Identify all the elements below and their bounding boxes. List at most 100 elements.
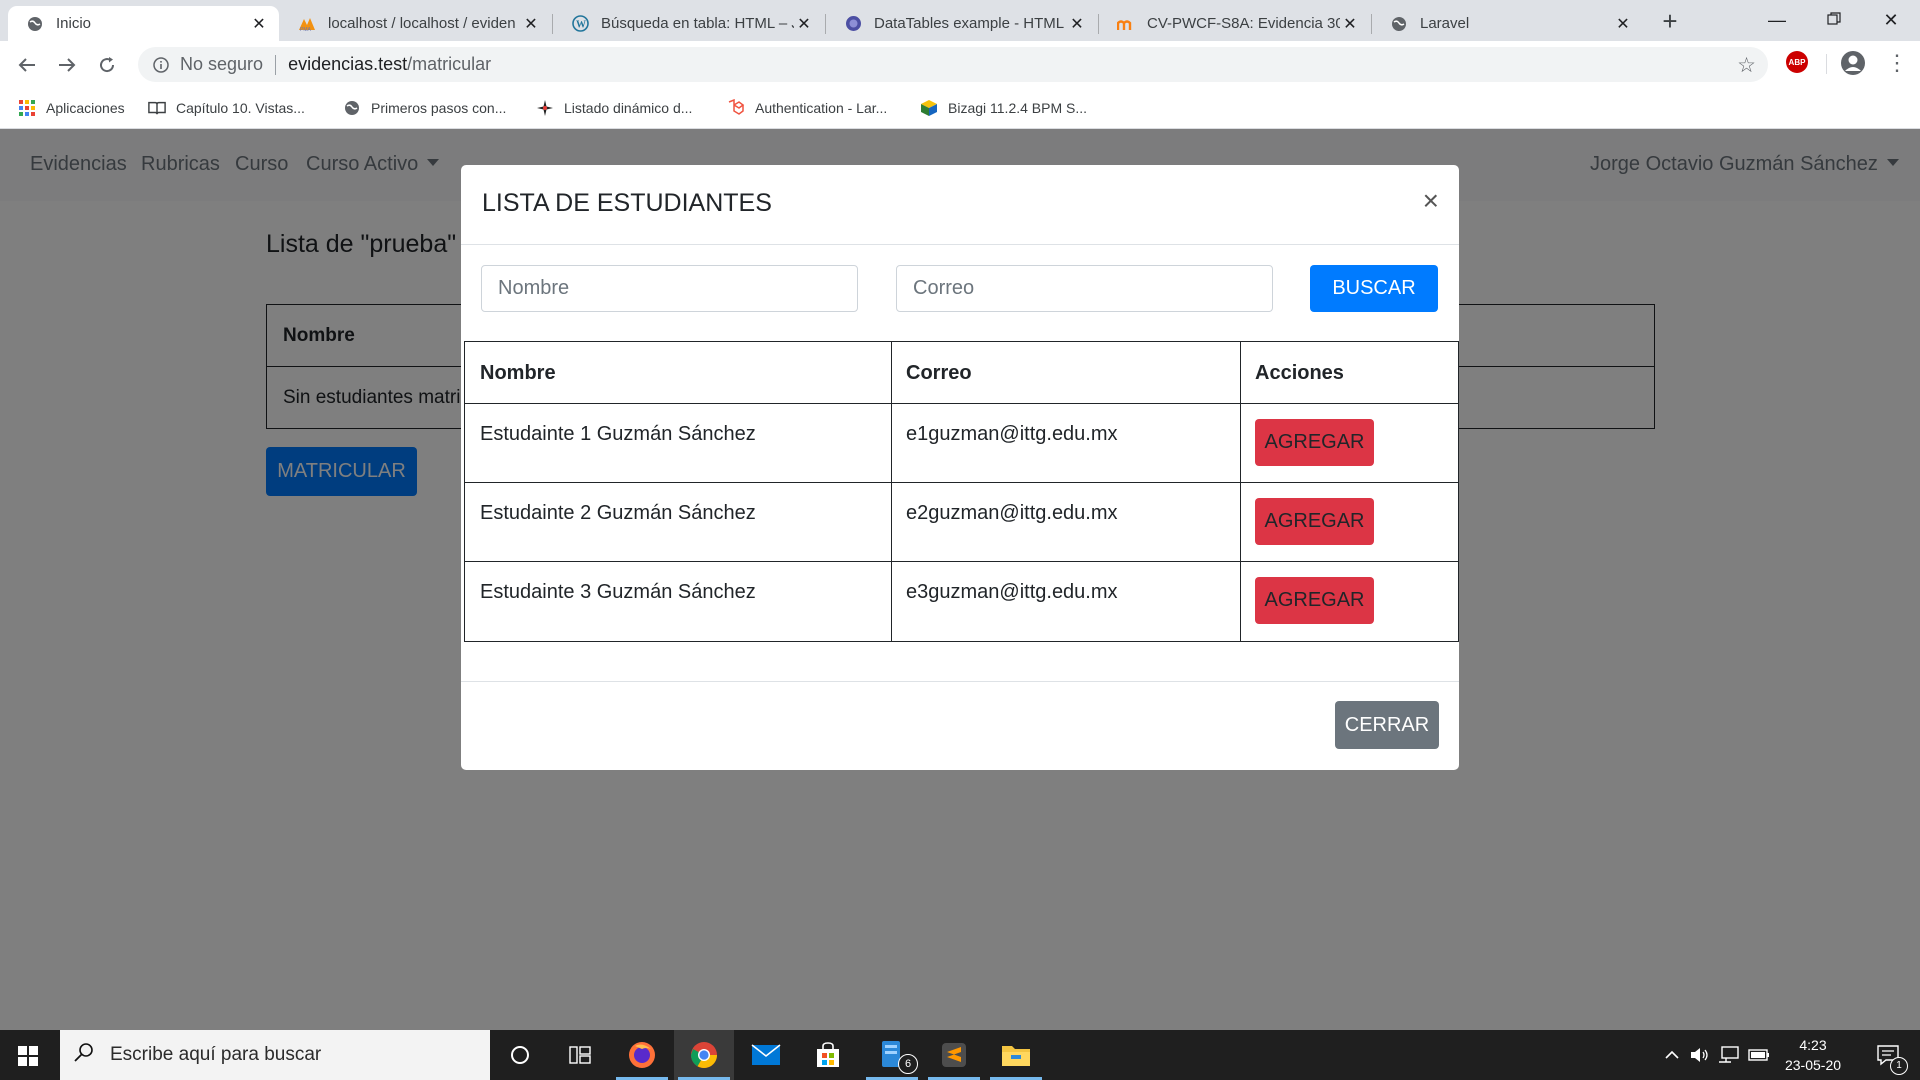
cortana-icon[interactable] [490, 1030, 550, 1080]
bookmark-bizagi[interactable]: Bizagi 11.2.4 BPM S... [920, 98, 1087, 118]
correo-search-input[interactable] [896, 265, 1273, 312]
tab-inicio[interactable]: Inicio ✕ [8, 6, 279, 41]
globe-icon [1390, 15, 1408, 33]
close-window-button[interactable]: ✕ [1862, 0, 1920, 41]
address-bar[interactable]: No seguro evidencias.test/matricular ☆ [138, 47, 1768, 82]
bizagi-icon [920, 99, 938, 117]
student-email: e2guzman@ittg.edu.mx [906, 502, 1118, 524]
apps-grid-icon [18, 99, 36, 117]
clock-date: 23-05-20 [1784, 1057, 1842, 1073]
profile-avatar-icon[interactable] [1840, 50, 1866, 76]
bookmark-label: Aplicaciones [46, 100, 125, 116]
bookmark-label: Authentication - Lar... [755, 100, 888, 116]
student-email: e3guzman@ittg.edu.mx [906, 581, 1118, 603]
agregar-button[interactable]: AGREGAR [1255, 577, 1374, 624]
tab-close-icon[interactable]: ✕ [1067, 14, 1087, 34]
phpmyadmin-icon: PMA [298, 15, 316, 33]
bookmark-capitulo-10[interactable]: Capítulo 10. Vistas... [148, 98, 305, 118]
store-icon[interactable] [798, 1030, 858, 1080]
book-icon [148, 99, 166, 117]
back-button[interactable] [12, 50, 42, 80]
menu-kebab-icon[interactable]: ⋮ [1886, 48, 1908, 78]
nombre-search-input[interactable] [481, 265, 858, 312]
globe-icon [343, 99, 361, 117]
students-modal: LISTA DE ESTUDIANTES × BUSCAR Nombre Cor… [461, 165, 1459, 770]
agregar-button[interactable]: AGREGAR [1255, 419, 1374, 466]
taskbar-clock[interactable]: 4:23 23-05-20 [1778, 1035, 1848, 1075]
tab-close-icon[interactable]: ✕ [521, 14, 541, 34]
datatables-icon [844, 15, 862, 33]
tab-laravel[interactable]: Laravel ✕ [1372, 6, 1643, 41]
search-icon [74, 1042, 94, 1068]
folder-icon[interactable] [986, 1030, 1046, 1080]
student-name: Estudainte 3 Guzmán Sánchez [480, 581, 756, 603]
adblock-extension-icon[interactable]: ABP [1786, 51, 1808, 73]
modal-title: LISTA DE ESTUDIANTES [482, 189, 772, 217]
bookmark-aplicaciones[interactable]: Aplicaciones [18, 98, 125, 118]
close-icon[interactable]: × [1423, 187, 1439, 215]
tab-close-icon[interactable]: ✕ [794, 14, 814, 34]
restore-button[interactable] [1805, 0, 1863, 41]
minimize-button[interactable]: — [1748, 0, 1806, 41]
firefox-icon[interactable] [612, 1030, 672, 1080]
taskbar-search-box[interactable]: Escribe aquí para buscar [60, 1030, 490, 1080]
modal-footer-divider [461, 681, 1459, 682]
toolbar-separator [1826, 54, 1827, 74]
page-viewport: Evidencias Rubricas Curso Curso Activo J… [0, 129, 1920, 1030]
info-icon[interactable] [152, 56, 170, 74]
bookmark-label: Primeros pasos con... [371, 100, 507, 116]
bookmark-primeros-pasos[interactable]: Primeros pasos con... [343, 98, 506, 118]
battery-icon[interactable] [1746, 1030, 1772, 1080]
bookmark-label: Bizagi 11.2.4 BPM S... [948, 100, 1088, 116]
security-label: No seguro [180, 54, 264, 74]
cerrar-button[interactable]: CERRAR [1335, 701, 1439, 749]
clock-time: 4:23 [1799, 1037, 1827, 1053]
windows-taskbar: Escribe aquí para buscar 6 4:23 23-05-20… [0, 1030, 1920, 1080]
column-header-nombre: Nombre [480, 362, 556, 384]
table-row: Estudainte 3 Guzmán Sánchez e3guzman@itt… [465, 562, 1458, 641]
forward-arrow-icon [59, 58, 76, 72]
forward-button[interactable] [52, 50, 82, 80]
column-header-correo: Correo [906, 362, 972, 384]
action-center-icon[interactable]: 1 [1866, 1030, 1910, 1080]
show-hidden-icons-chevron-icon[interactable] [1660, 1030, 1684, 1080]
new-tab-button[interactable]: + [1656, 8, 1684, 36]
browser-tab-strip: Inicio ✕ PMA localhost / localhost / evi… [0, 0, 1920, 41]
tab-datatables[interactable]: DataTables example - HTML ✕ [826, 6, 1097, 41]
back-arrow-icon [18, 58, 35, 72]
student-name: Estudainte 2 Guzmán Sánchez [480, 502, 756, 524]
network-icon[interactable] [1716, 1030, 1742, 1080]
tab-close-icon[interactable]: ✕ [1613, 14, 1633, 34]
bookmark-authentication[interactable]: Authentication - Lar... [727, 98, 887, 118]
bookmark-star-icon[interactable]: ☆ [1737, 53, 1756, 78]
modal-header: LISTA DE ESTUDIANTES × [461, 165, 1459, 245]
column-divider [891, 342, 892, 641]
tab-title: Búsqueda en tabla: HTML – J [601, 15, 794, 32]
tab-close-icon[interactable]: ✕ [1340, 14, 1360, 34]
svg-text:PMA: PMA [300, 27, 312, 32]
agregar-button[interactable]: AGREGAR [1255, 498, 1374, 545]
mail-icon[interactable] [736, 1030, 796, 1080]
search-placeholder: Escribe aquí para buscar [110, 1044, 322, 1065]
table-header-row: Nombre Correo Acciones [465, 342, 1458, 404]
bookmarks-bar: Aplicaciones Capítulo 10. Vistas... Prim… [0, 88, 1920, 129]
tab-close-icon[interactable]: ✕ [249, 14, 269, 34]
tab-phpmyadmin[interactable]: PMA localhost / localhost / eviden ✕ [280, 6, 551, 41]
bookmark-listado-dinamico[interactable]: Listado dinámico d... [536, 98, 692, 118]
wordpress-icon: W [571, 15, 589, 33]
windows-start-icon[interactable] [18, 1046, 38, 1066]
browser-toolbar: No seguro evidencias.test/matricular ☆ A… [0, 41, 1920, 88]
sublime-text-icon[interactable] [924, 1030, 984, 1080]
tab-moodle[interactable]: CV-PWCF-S8A: Evidencia 305 ✕ [1099, 6, 1370, 41]
task-view-icon[interactable] [550, 1030, 610, 1080]
volume-icon[interactable] [1688, 1030, 1712, 1080]
file-manager-icon[interactable]: 6 [862, 1030, 922, 1080]
star-burst-icon [536, 99, 554, 117]
reload-button[interactable] [92, 50, 122, 80]
globe-icon [26, 15, 44, 33]
tab-busqueda-tabla[interactable]: W Búsqueda en tabla: HTML – J ✕ [553, 6, 824, 41]
chrome-icon[interactable] [674, 1030, 734, 1080]
buscar-button[interactable]: BUSCAR [1310, 265, 1438, 312]
restore-icon [1827, 12, 1841, 25]
laravel-icon [727, 99, 745, 117]
